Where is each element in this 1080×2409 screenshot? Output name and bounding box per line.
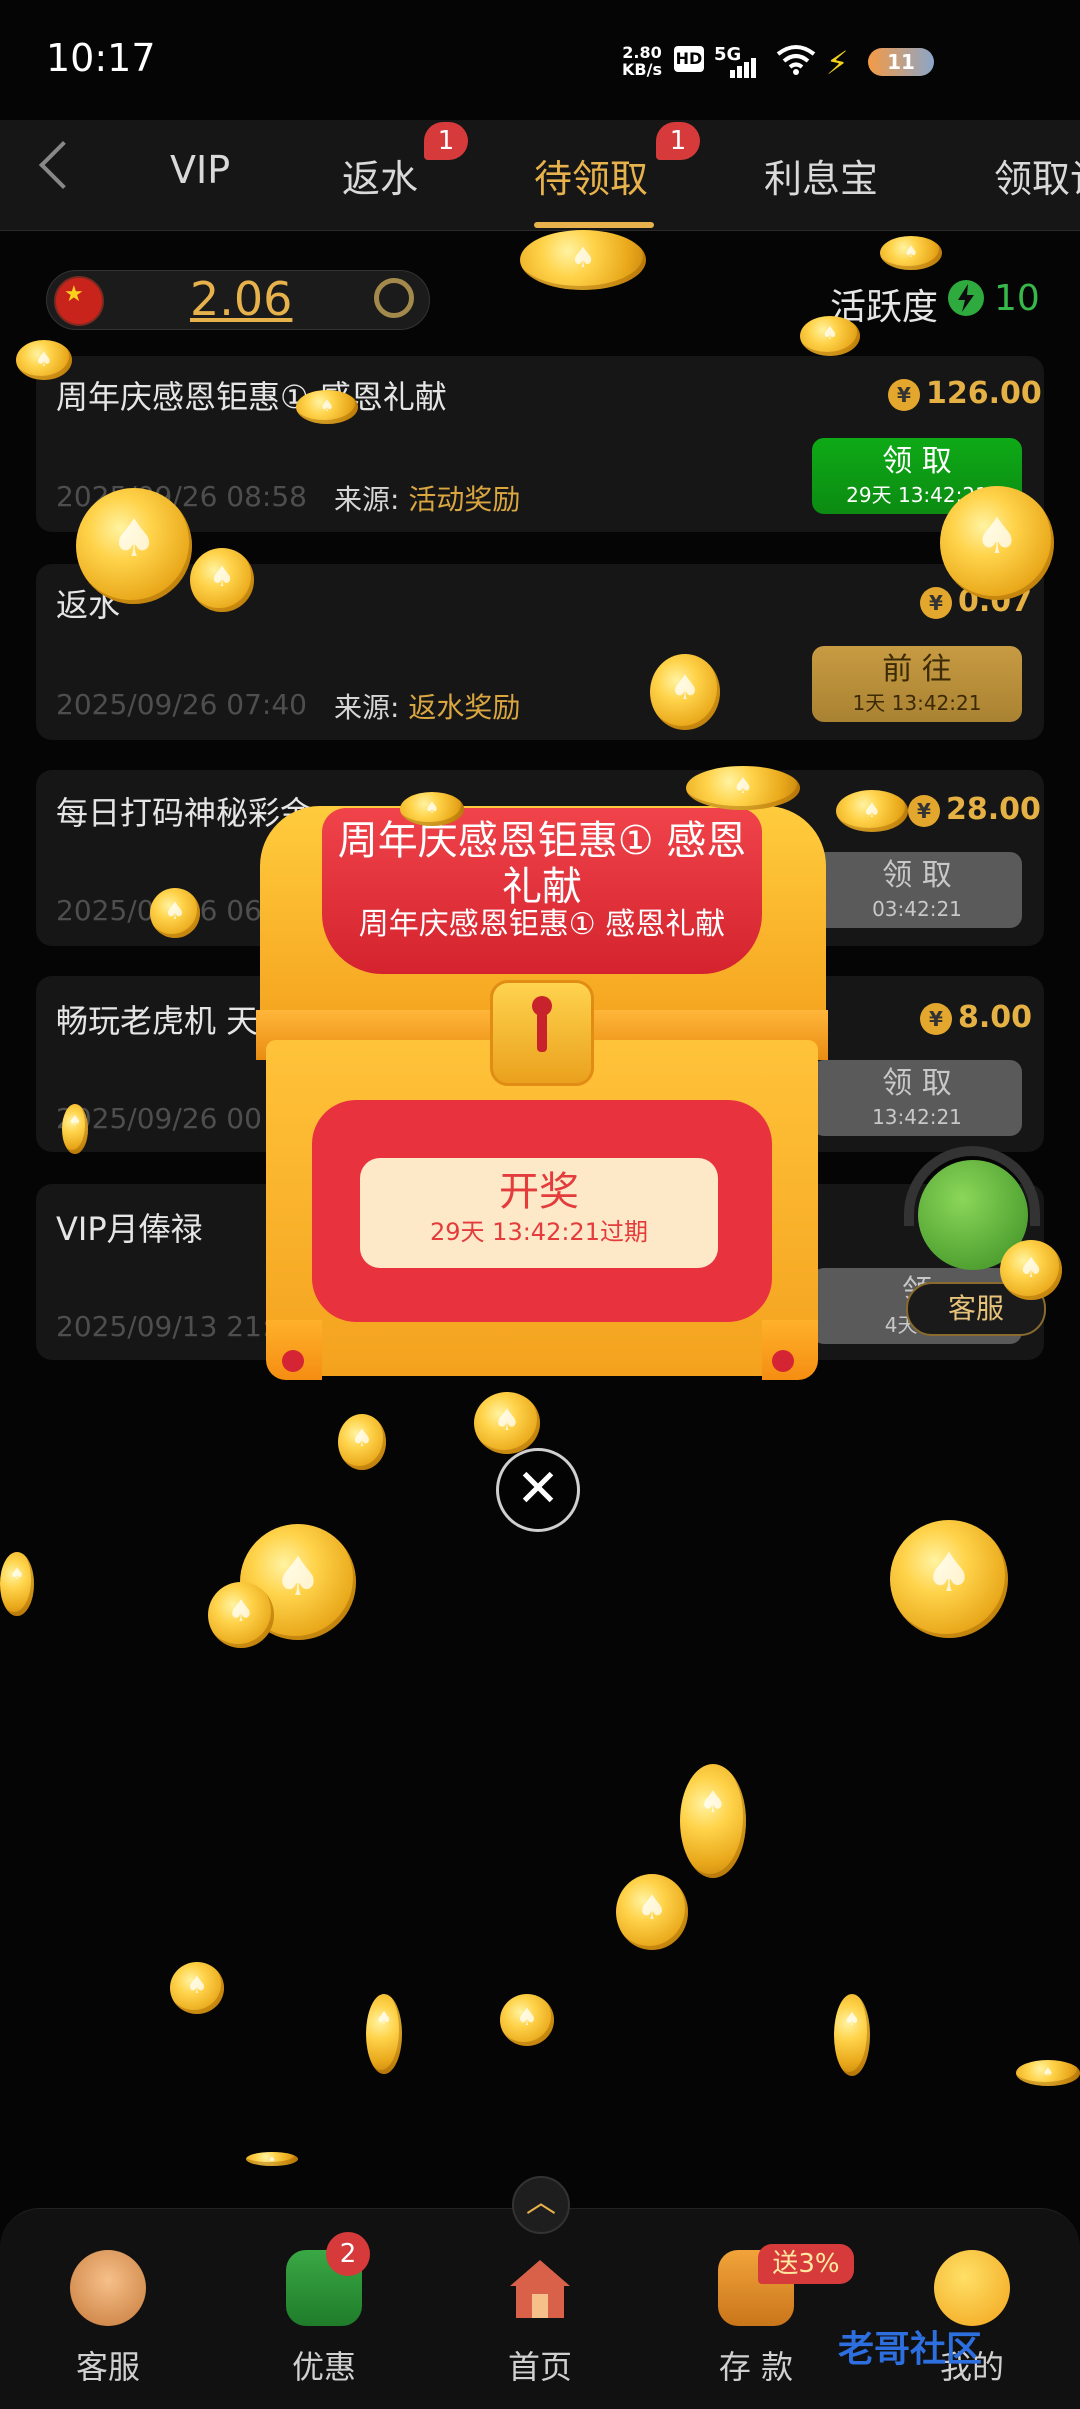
headset-icon bbox=[904, 1146, 1040, 1226]
activity-value: 10 bbox=[994, 278, 1040, 319]
open-prize-button[interactable]: 开奖 29天 13:42:21过期 bbox=[360, 1158, 718, 1268]
nav-service[interactable]: 客服 bbox=[38, 2250, 178, 2388]
nav-promo-label: 优惠 bbox=[291, 2348, 356, 2386]
tab-rebate-badge: 1 bbox=[424, 122, 468, 160]
record-amount: ¥28.00 bbox=[908, 792, 1041, 827]
coin-icon bbox=[16, 340, 72, 380]
yen-icon: ¥ bbox=[920, 586, 952, 619]
watermark-logo: 老哥社区 bbox=[838, 2329, 983, 2370]
coin-icon bbox=[680, 1764, 746, 1878]
china-flag-icon: ★ bbox=[54, 276, 104, 326]
battery-icon: 11 bbox=[868, 48, 934, 76]
chest-rivet bbox=[282, 1350, 304, 1372]
coin-icon bbox=[520, 230, 646, 290]
close-icon[interactable]: ✕ bbox=[496, 1448, 580, 1532]
coin-icon bbox=[170, 1962, 224, 2014]
nav-promo[interactable]: 优惠 bbox=[254, 2250, 394, 2388]
chest-corner bbox=[762, 1320, 818, 1380]
tab-records[interactable]: 领取记 bbox=[994, 148, 1080, 203]
coin-icon bbox=[836, 790, 908, 832]
lightning-icon bbox=[948, 280, 984, 316]
coin-icon bbox=[62, 1104, 88, 1154]
yen-icon: ¥ bbox=[920, 1002, 952, 1035]
nav-promo-badge: 2 bbox=[326, 2232, 370, 2276]
coin-icon bbox=[616, 1874, 688, 1950]
status-time: 10:17 bbox=[46, 36, 156, 80]
coin-icon bbox=[880, 236, 942, 270]
chevron-up-icon[interactable]: ︿ bbox=[512, 2176, 570, 2234]
coin-icon bbox=[76, 488, 192, 604]
coin-icon bbox=[366, 1994, 402, 2074]
tab-active-indicator bbox=[534, 222, 654, 228]
hd-icon: HD bbox=[674, 46, 704, 72]
coin-icon bbox=[400, 792, 464, 826]
coin-icon bbox=[890, 1520, 1008, 1638]
modal-title: 周年庆感恩钜惠① 感恩礼献 bbox=[337, 818, 747, 910]
coin-icon bbox=[800, 316, 860, 356]
nav-home-label: 首页 bbox=[507, 2348, 572, 2386]
coin-icon bbox=[296, 390, 358, 424]
tab-vip[interactable]: VIP bbox=[170, 148, 230, 192]
record-source: 来源: 返水奖励 bbox=[334, 691, 521, 724]
record-date: 2025/09/13 21:2 bbox=[56, 1310, 290, 1343]
record-date: 2025/09/26 07:40 bbox=[56, 688, 307, 721]
coin-icon bbox=[1000, 1240, 1062, 1300]
claim-button[interactable]: 领 取 03:42:21 bbox=[812, 852, 1022, 928]
coin-icon bbox=[500, 1994, 554, 2046]
service-icon bbox=[70, 2250, 146, 2326]
coin-icon bbox=[650, 654, 720, 730]
signal-icon bbox=[730, 58, 758, 78]
nav-deposit-label: 存 款 bbox=[718, 2348, 794, 2386]
record-title: 畅玩老虎机 天 bbox=[56, 1002, 259, 1040]
coin-icon bbox=[940, 486, 1054, 600]
charging-icon: ⚡ bbox=[826, 44, 849, 82]
coin-icon bbox=[208, 1582, 274, 1648]
modal-subtitle: 周年庆感恩钜惠① 感恩礼献 bbox=[358, 907, 726, 942]
coin-icon bbox=[1016, 2060, 1080, 2086]
coin-icon bbox=[150, 888, 200, 938]
record-title: VIP月俸禄 bbox=[56, 1210, 203, 1248]
coin-icon bbox=[686, 766, 800, 810]
nav-deposit-badge: 送3% bbox=[758, 2244, 854, 2284]
refresh-icon[interactable] bbox=[374, 278, 414, 318]
tab-interest[interactable]: 利息宝 bbox=[764, 148, 878, 203]
keyhole-slot bbox=[537, 1012, 547, 1052]
yen-icon: ¥ bbox=[888, 378, 920, 411]
coin-icon bbox=[190, 548, 254, 612]
wifi-icon bbox=[776, 44, 816, 80]
record-amount: ¥126.00 bbox=[888, 376, 1042, 411]
yen-icon: ¥ bbox=[908, 794, 940, 827]
tab-pending-badge: 1 bbox=[656, 122, 700, 160]
coin-icon bbox=[474, 1392, 540, 1454]
coin-icon bbox=[0, 1552, 34, 1616]
goto-button[interactable]: 前 往 1天 13:42:21 bbox=[812, 646, 1022, 722]
coin-icon bbox=[834, 1994, 870, 2076]
coin-icon bbox=[338, 1414, 386, 1470]
smiley-icon bbox=[934, 2250, 1010, 2326]
record-title: 周年庆感恩钜惠① 感恩礼献 bbox=[56, 378, 447, 416]
nav-home[interactable]: 首页 bbox=[470, 2250, 610, 2388]
net-speed: 2.80 KB/s bbox=[622, 43, 662, 79]
claim-button[interactable]: 领 取 13:42:21 bbox=[812, 1060, 1022, 1136]
record-amount: ¥8.00 bbox=[920, 1000, 1032, 1035]
tab-pending[interactable]: 待领取 bbox=[534, 148, 648, 203]
tab-rebate[interactable]: 返水 bbox=[342, 148, 418, 203]
balance-value[interactable]: 2.06 bbox=[190, 272, 292, 326]
chest-rivet bbox=[772, 1350, 794, 1372]
coin-icon bbox=[246, 2152, 298, 2166]
record-source: 来源: 活动奖励 bbox=[334, 483, 521, 516]
nav-service-label: 客服 bbox=[75, 2348, 140, 2386]
home-icon bbox=[502, 2250, 578, 2326]
